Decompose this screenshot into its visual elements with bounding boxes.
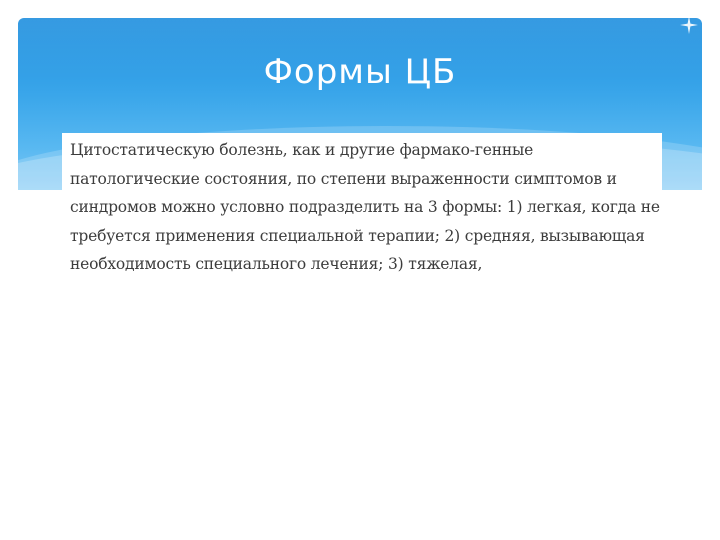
- slide-title: Формы ЦБ: [263, 52, 457, 92]
- sparkle-icon: [680, 16, 698, 34]
- body-text: Цитостатическую болезнь, как и другие фа…: [70, 141, 660, 273]
- slide: Формы ЦБ Цитостатическую болезнь, как и …: [0, 0, 720, 540]
